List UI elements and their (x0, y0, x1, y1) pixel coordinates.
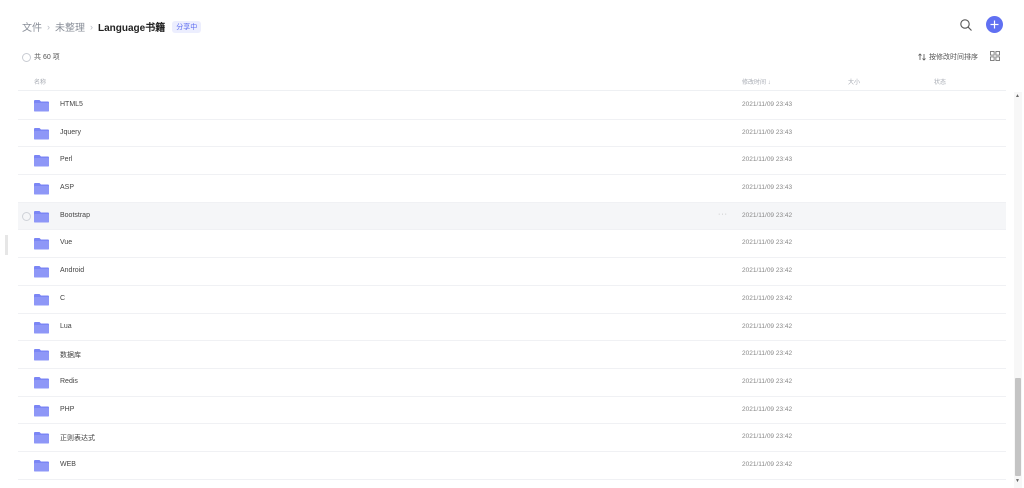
modified-time: 2021/11/09 23:42 (742, 211, 793, 219)
folder-icon (34, 321, 49, 333)
folder-icon (34, 266, 49, 278)
search-icon[interactable] (959, 18, 973, 32)
row-checkbox[interactable] (22, 211, 31, 221)
item-count: 共 60 项 (34, 54, 60, 61)
modified-time: 2021/11/09 23:43 (742, 101, 793, 108)
column-status: 状态 (934, 80, 947, 86)
file-name[interactable]: PHP (60, 406, 74, 413)
grid-view-icon[interactable] (990, 51, 1000, 61)
folder-icon (34, 155, 49, 167)
modified-time: 2021/11/09 23:43 (742, 128, 793, 136)
add-button[interactable] (986, 16, 1003, 33)
list-item[interactable]: PHP···2021/11/09 23:42 (18, 397, 1006, 425)
file-name[interactable]: C (60, 295, 65, 302)
sort-icon (918, 53, 926, 61)
modified-time: 2021/11/09 23:42 (742, 239, 793, 247)
scroll-up-arrow[interactable]: ▲ (1015, 93, 1020, 99)
modified-time: 2021/11/09 23:42 (742, 460, 793, 468)
list-item[interactable]: Bootstrap ··· 2021/11/09 23:42 (18, 202, 1006, 231)
modified-time: 2021/11/09 23:43 (742, 184, 793, 192)
modified-time: 2021/11/09 23:43 (742, 156, 793, 164)
file-name[interactable]: Lua (60, 323, 72, 330)
breadcrumb-item-files[interactable]: 文件 (22, 19, 42, 34)
file-manager-page: 文件 › 未整理 › Language书籍 分享中 共 60 项 按修改时间排序… (0, 0, 1024, 488)
list-item[interactable]: Android···2021/11/09 23:42 (18, 258, 1006, 286)
breadcrumb: 文件 › 未整理 › Language书籍 分享中 (22, 19, 202, 34)
file-name[interactable]: Jquery (60, 129, 81, 136)
file-name[interactable]: Vue (60, 239, 72, 246)
scroll-down-arrow[interactable]: ▼ (1015, 478, 1020, 484)
sort-label: 按修改时间排序 (929, 54, 978, 61)
modified-time: 2021/11/09 23:42 (742, 294, 793, 302)
file-list: HTML5···2021/11/09 23:43Jquery···2021/11… (18, 92, 1006, 488)
list-item[interactable]: ASP···2021/11/09 23:43 (18, 175, 1006, 203)
breadcrumb-separator: › (47, 21, 50, 32)
folder-icon (34, 183, 49, 195)
folder-icon (34, 238, 49, 250)
list-item[interactable]: 正则表达式···2021/11/09 23:42 (18, 424, 1006, 452)
list-item[interactable]: Lua···2021/11/09 23:42 (18, 314, 1006, 342)
folder-icon (34, 127, 49, 140)
folder-icon (34, 293, 49, 306)
list-item[interactable]: Jquery···2021/11/09 23:43 (18, 120, 1006, 148)
plus-icon (990, 20, 999, 29)
file-name[interactable]: Perl (60, 156, 72, 163)
resize-handle[interactable] (5, 235, 8, 255)
modified-time: 2021/11/09 23:42 (742, 405, 793, 413)
modified-time: 2021/11/09 23:42 (742, 350, 793, 358)
list-item[interactable]: Perl···2021/11/09 23:43 (18, 147, 1006, 176)
folder-icon (34, 210, 49, 223)
select-all-checkbox[interactable] (22, 53, 31, 62)
folder-icon (34, 404, 49, 417)
folder-icon (34, 349, 49, 361)
list-item[interactable]: C···2021/11/09 23:42 (18, 286, 1006, 314)
folder-icon (34, 376, 49, 389)
folder-icon (34, 459, 49, 472)
file-name[interactable]: Android (60, 267, 84, 274)
file-name[interactable]: WEB (60, 461, 76, 468)
more-actions-button[interactable]: ··· (718, 211, 728, 218)
file-name[interactable]: 正则表达式 (60, 433, 95, 443)
list-item[interactable]: Vue···2021/11/09 23:42 (18, 230, 1006, 259)
list-item[interactable]: 数据库···2021/11/09 23:42 (18, 341, 1006, 369)
modified-time: 2021/11/09 23:42 (742, 377, 793, 385)
list-item[interactable]: HTML5···2021/11/09 23:43 (18, 92, 1006, 120)
file-name[interactable]: HTML5 (60, 101, 83, 108)
breadcrumb-current: Language书籍 (98, 23, 166, 34)
breadcrumb-separator: › (90, 21, 93, 32)
modified-time: 2021/11/09 23:42 (742, 267, 793, 275)
folder-icon (34, 100, 49, 112)
column-name: 名称 (34, 80, 47, 86)
column-size: 大小 (848, 80, 861, 86)
column-modified[interactable]: 修改时间 ↓ (742, 77, 771, 86)
modified-time: 2021/11/09 23:42 (742, 433, 793, 441)
list-item[interactable]: WEB···2021/11/09 23:42 (18, 452, 1006, 480)
file-name[interactable]: Bootstrap (60, 212, 90, 219)
list-item[interactable]: ··· (18, 480, 1006, 488)
file-name[interactable]: Redis (60, 378, 78, 385)
breadcrumb-item-unsorted[interactable]: 未整理 (55, 19, 85, 34)
file-name[interactable]: 数据库 (60, 350, 81, 360)
scrollbar-thumb[interactable] (1015, 378, 1021, 476)
sharing-badge[interactable]: 分享中 (172, 20, 202, 33)
toolbar: 共 60 项 按修改时间排序 (0, 48, 1024, 68)
header: 文件 › 未整理 › Language书籍 分享中 (0, 0, 1024, 50)
folder-icon (34, 432, 49, 444)
list-item[interactable]: Redis···2021/11/09 23:42 (18, 369, 1006, 397)
column-header: 名称 修改时间 ↓ 大小 状态 (18, 70, 1006, 91)
file-name[interactable]: ASP (60, 184, 74, 191)
modified-time: 2021/11/09 23:42 (742, 322, 793, 330)
sort-button[interactable]: 按修改时间排序 (918, 52, 978, 62)
